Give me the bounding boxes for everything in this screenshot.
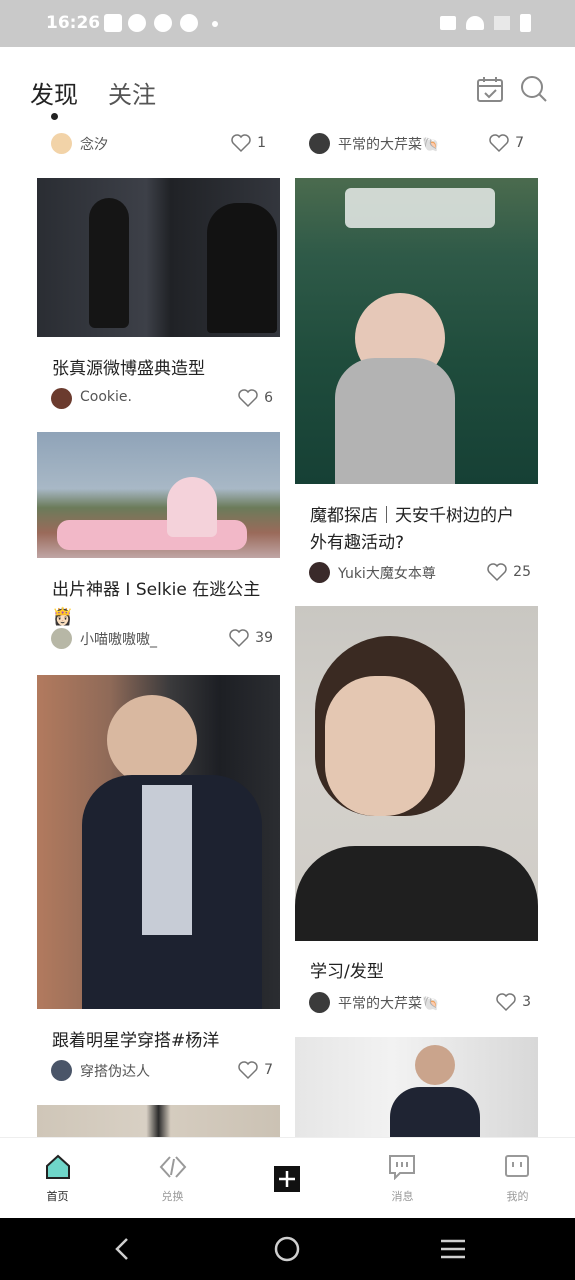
card-meta: 小喵嗷嗷嗷_ 39 — [51, 628, 273, 650]
like-button[interactable]: 25 — [486, 562, 531, 582]
status-bar: 16:26 — [0, 0, 575, 47]
home-icon — [46, 1154, 70, 1179]
card-title: 魔都探店｜天安千树边的户外有趣活动? — [310, 506, 514, 553]
card-image[interactable] — [37, 1105, 280, 1137]
avatar[interactable] — [51, 1060, 72, 1081]
tab-label: 消息 — [391, 1190, 414, 1203]
like-button[interactable]: 39 — [228, 628, 273, 648]
back-icon[interactable] — [110, 1236, 134, 1262]
feed-card[interactable] — [295, 1037, 538, 1137]
author-name[interactable]: Cookie. — [80, 389, 132, 405]
card-meta: Yuki大魔女本尊 25 — [309, 562, 531, 584]
search-icon[interactable] — [520, 75, 548, 103]
author-name[interactable]: 小喵嗷嗷嗷_ — [80, 629, 157, 649]
heart-icon — [231, 134, 251, 153]
feed-card[interactable]: 张真源微博盛典造型 Cookie. 6 — [37, 178, 280, 418]
avatar[interactable] — [309, 992, 330, 1013]
status-time: 16:26 — [46, 13, 101, 33]
home-circle-icon[interactable] — [273, 1235, 301, 1263]
like-count: 7 — [515, 135, 524, 151]
card-title: 张真源微博盛典造型 — [52, 359, 205, 379]
card-title: 学习/发型 — [310, 962, 384, 982]
app-notification-icon — [154, 14, 172, 32]
avatar[interactable] — [51, 388, 72, 409]
like-button[interactable]: 1 — [230, 133, 266, 153]
signal-icon — [494, 16, 510, 30]
wifi-icon — [466, 16, 484, 30]
feed-card[interactable]: 出片神器 I Selkie 在逃公主👸🏻 小喵嗷嗷嗷_ 39 — [37, 432, 280, 662]
like-button[interactable]: 7 — [237, 1060, 273, 1080]
system-nav-bar — [0, 1218, 575, 1280]
notification-icon — [104, 14, 122, 32]
tab-exchange[interactable]: 兑换 — [115, 1138, 230, 1219]
message-icon — [389, 1155, 415, 1180]
avatar[interactable] — [309, 562, 330, 583]
bottom-tab-bar: 首页 兑换 消息 我的 — [0, 1137, 575, 1219]
tab-discover[interactable]: 发现 — [30, 75, 78, 110]
heart-icon — [487, 563, 507, 582]
like-count: 25 — [513, 564, 531, 580]
heart-icon — [229, 629, 249, 648]
tab-messages[interactable]: 消息 — [345, 1138, 460, 1219]
card-image[interactable] — [37, 178, 280, 337]
author-name[interactable]: 平常的大芹菜🐚 — [338, 134, 439, 154]
vibrate-icon — [440, 16, 456, 30]
heart-icon — [489, 134, 509, 153]
tab-label: 兑换 — [161, 1190, 184, 1203]
more-notifications-dot — [212, 21, 218, 27]
author-name[interactable]: 穿搭伪达人 — [80, 1061, 150, 1081]
post-button[interactable] — [230, 1138, 345, 1219]
profile-icon — [505, 1155, 529, 1177]
tab-following[interactable]: 关注 — [108, 75, 156, 110]
discover-feed[interactable]: 念汐 1 平常的大芹菜🐚 7 张真源微博盛典造型 Cookie. 6 出片神器 … — [0, 125, 575, 1137]
like-count: 7 — [264, 1062, 273, 1078]
top-header: 发现 关注 — [0, 47, 575, 125]
tab-home[interactable]: 首页 — [0, 1138, 115, 1219]
avatar[interactable] — [51, 133, 72, 154]
card-image[interactable] — [295, 606, 538, 941]
heart-icon — [496, 993, 516, 1012]
like-count: 39 — [255, 630, 273, 646]
card-image[interactable] — [295, 1037, 538, 1137]
card-title: 跟着明星学穿搭#杨洋 — [52, 1031, 220, 1051]
feed-card[interactable] — [37, 1105, 280, 1137]
app-notification-icon — [180, 14, 198, 32]
card-title: 出片神器 I Selkie 在逃公主👸🏻 — [52, 580, 261, 627]
tab-profile[interactable]: 我的 — [460, 1138, 575, 1219]
like-count: 1 — [257, 135, 266, 151]
author-name[interactable]: Yuki大魔女本尊 — [338, 563, 436, 583]
recents-icon[interactable] — [439, 1237, 467, 1261]
author-name[interactable]: 念汐 — [80, 134, 108, 154]
active-tab-indicator — [51, 113, 58, 120]
exchange-icon — [159, 1156, 187, 1178]
card-image[interactable] — [37, 432, 280, 558]
avatar[interactable] — [309, 133, 330, 154]
like-button[interactable]: 6 — [237, 388, 273, 408]
avatar[interactable] — [51, 628, 72, 649]
tab-label: 我的 — [506, 1190, 529, 1203]
like-button[interactable]: 3 — [495, 992, 531, 1012]
card-meta: 平常的大芹菜🐚 7 — [309, 133, 524, 155]
like-button[interactable]: 7 — [488, 133, 524, 153]
app-notification-icon — [128, 14, 146, 32]
feed-card[interactable]: 魔都探店｜天安千树边的户外有趣活动? Yuki大魔女本尊 25 — [295, 178, 538, 598]
heart-icon — [238, 389, 258, 408]
plus-icon — [274, 1166, 300, 1192]
battery-icon — [520, 14, 531, 32]
card-meta: 念汐 1 — [51, 133, 266, 155]
heart-icon — [238, 1061, 258, 1080]
author-name[interactable]: 平常的大芹菜🐚 — [338, 993, 439, 1013]
like-count: 6 — [264, 390, 273, 406]
card-meta: 平常的大芹菜🐚 3 — [309, 992, 531, 1014]
card-meta: Cookie. 6 — [51, 388, 273, 410]
card-image[interactable] — [37, 675, 280, 1009]
feed-card[interactable]: 跟着明星学穿搭#杨洋 穿搭伪达人 7 — [37, 675, 280, 1095]
card-meta: 穿搭伪达人 7 — [51, 1060, 273, 1082]
card-image[interactable] — [295, 178, 538, 484]
calendar-icon[interactable] — [476, 75, 504, 103]
tab-label: 首页 — [46, 1190, 69, 1203]
like-count: 3 — [522, 994, 531, 1010]
feed-card[interactable]: 学习/发型 平常的大芹菜🐚 3 — [295, 606, 538, 1023]
